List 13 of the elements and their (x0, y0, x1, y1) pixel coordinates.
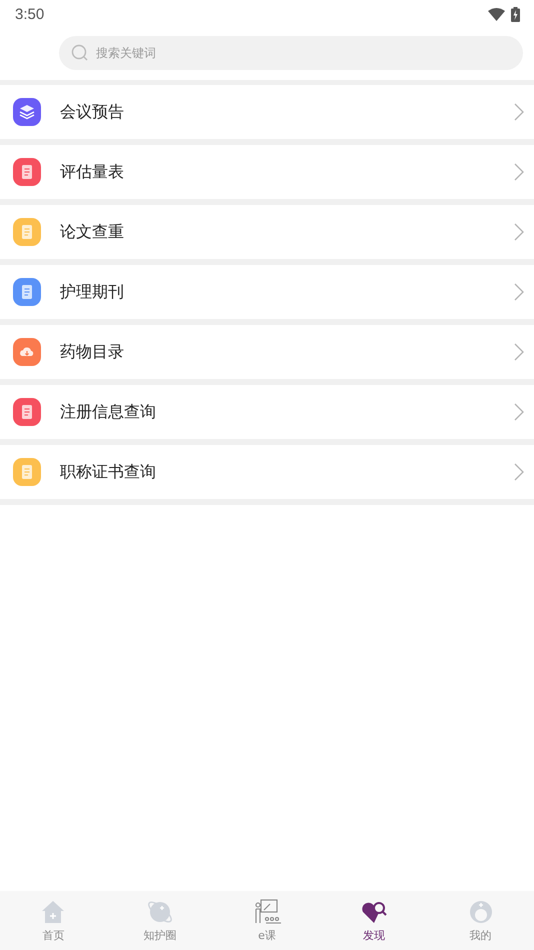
chevron-icon (514, 343, 524, 361)
search-field[interactable]: 搜索关键词 (59, 36, 523, 70)
chevron-icon (514, 163, 524, 181)
chevron-icon (514, 403, 524, 421)
chevron-icon (514, 103, 524, 121)
chevron-icon (514, 283, 524, 301)
tab[interactable]: 发现 (320, 891, 428, 950)
wifi-icon (488, 8, 505, 20)
search-icon (71, 44, 89, 62)
chevron-icon (514, 223, 524, 241)
chevron-icon (514, 463, 524, 481)
status-time: 3:50 (15, 6, 44, 22)
battery-icon (511, 6, 520, 22)
